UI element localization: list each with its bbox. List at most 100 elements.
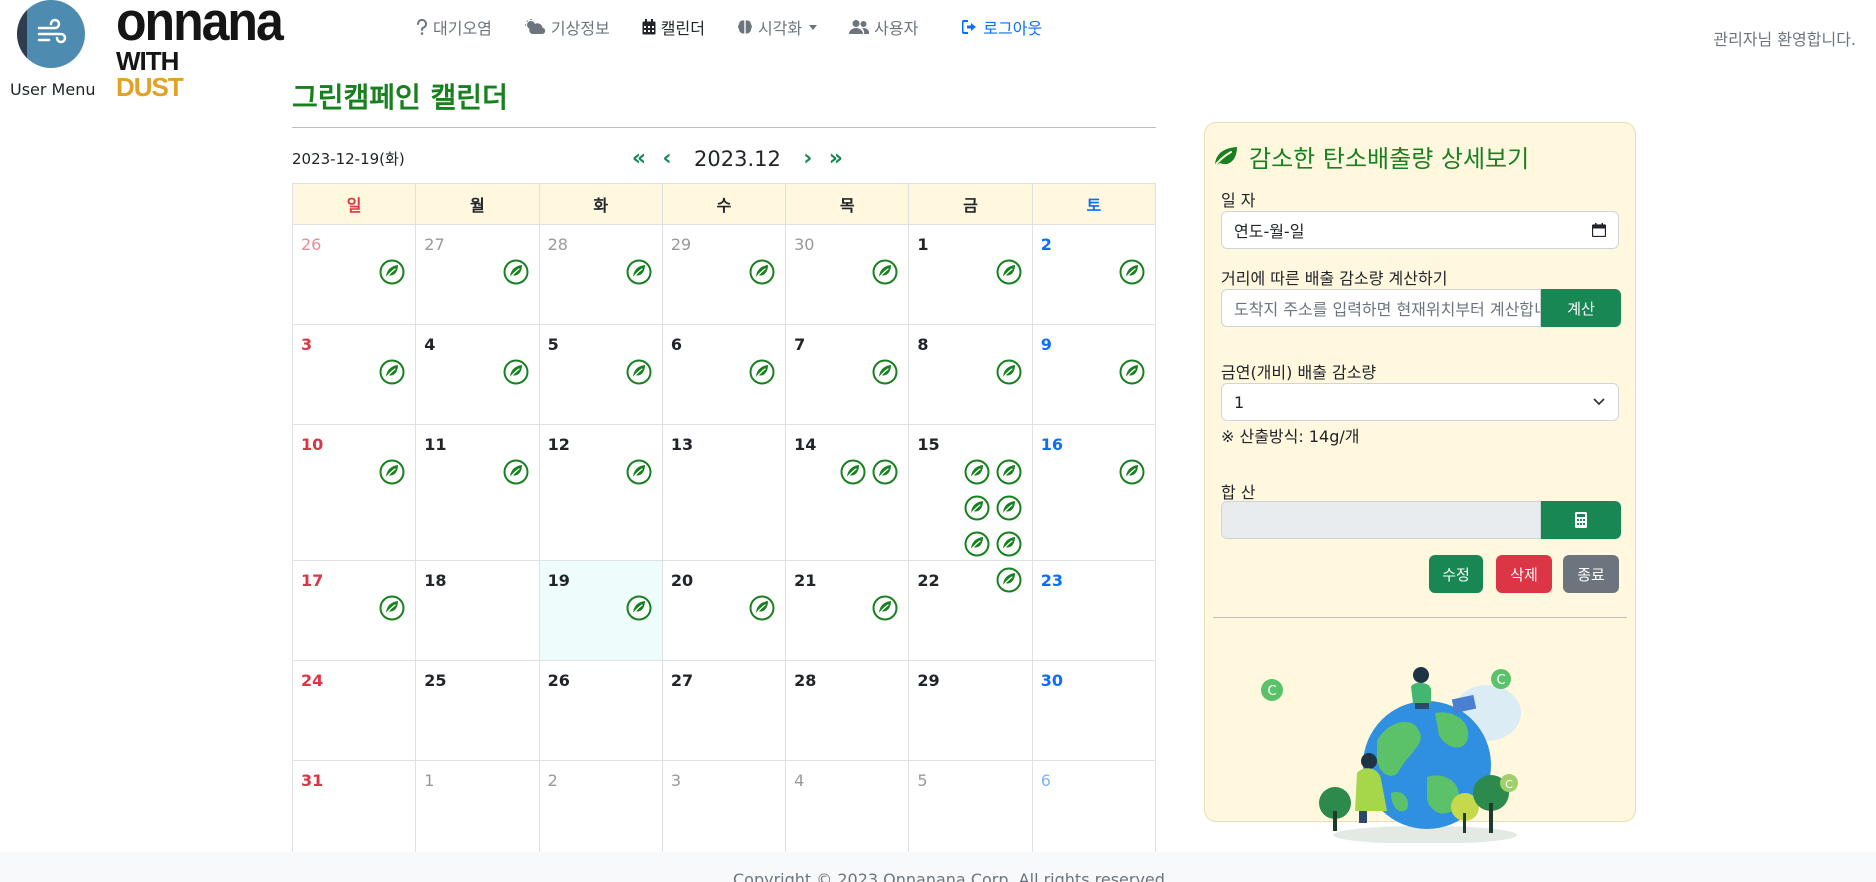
calendar-day-cell[interactable]: 11 (415, 424, 540, 561)
calendar-day-cell[interactable]: 26 (291, 224, 417, 325)
campaign-entry-icon[interactable] (379, 459, 405, 489)
close-button[interactable]: 종료 (1563, 555, 1619, 593)
calendar-day-cell[interactable]: 1 (415, 760, 540, 861)
calendar-day-cell[interactable]: 20 (661, 560, 787, 661)
calendar-day-cell[interactable]: 16 (1031, 424, 1157, 561)
calendar-day-cell[interactable]: 25 (415, 660, 540, 761)
campaign-entry-icon[interactable] (379, 259, 405, 289)
campaign-entry-icon[interactable] (872, 359, 898, 389)
campaign-entry-icon[interactable] (503, 359, 529, 389)
calendar-day-cell[interactable]: 12 (538, 424, 663, 561)
campaign-entry-icon[interactable] (749, 595, 775, 625)
calendar-day-cell[interactable]: 1 (908, 224, 1033, 325)
calendar-day-cell[interactable]: 2 (538, 760, 663, 861)
calendar-day-cell[interactable]: 6 (1031, 760, 1157, 861)
calendar-day-cell[interactable]: 6 (661, 324, 787, 425)
calendar-day-cell[interactable]: 4 (785, 760, 910, 861)
campaign-entry-icon[interactable] (1119, 359, 1145, 389)
calendar-day-cell[interactable]: 19 (538, 560, 663, 661)
calendar-day-cell[interactable]: 23 (1031, 560, 1157, 661)
sum-calculator-button[interactable] (1541, 501, 1621, 539)
campaign-entry-icon[interactable] (503, 259, 529, 289)
date-input[interactable]: 연도-월-일 (1221, 211, 1619, 249)
campaign-entry-icon[interactable] (872, 259, 898, 289)
calendar-day-cell[interactable]: 3 (291, 324, 417, 425)
campaign-entry-icon[interactable] (379, 359, 405, 389)
calendar-day-cell[interactable]: 30 (785, 224, 910, 325)
delete-button[interactable]: 삭제 (1496, 555, 1552, 593)
destination-address-input[interactable]: 도착지 주소를 입력하면 현재위치부터 계산합니다 (1221, 289, 1541, 327)
next-year-button[interactable]: » (827, 146, 845, 172)
calendar-day-cell[interactable]: 28 (785, 660, 910, 761)
campaign-entry-icon[interactable] (379, 595, 405, 625)
next-month-button[interactable]: › (799, 146, 817, 172)
campaign-entry-icon[interactable] (996, 531, 1022, 561)
calendar-day-cell[interactable]: 3 (661, 760, 787, 861)
user-menu-avatar[interactable] (17, 0, 85, 68)
brand-logo-bottom: WITH DUST (116, 48, 250, 100)
campaign-entry-icon[interactable] (996, 259, 1022, 289)
nav-item-visualization[interactable]: 시각화 (721, 14, 833, 40)
campaign-entry-icon[interactable] (964, 495, 990, 525)
calendar-day-cell[interactable]: 2 (1031, 224, 1157, 325)
user-menu[interactable]: User Menu (10, 0, 95, 99)
calendar-day-cell[interactable]: 18 (415, 560, 540, 661)
campaign-entry-icon[interactable] (964, 531, 990, 561)
campaign-entry-icon[interactable] (996, 359, 1022, 389)
svg-text:C: C (1267, 684, 1276, 699)
calendar-day-cell[interactable]: 28 (538, 224, 663, 325)
nav-item-users[interactable]: 사용자 (833, 14, 934, 40)
sum-label: 합 산 (1221, 483, 1256, 502)
nav-item-air-pollution[interactable]: 대기오염 (400, 14, 508, 40)
calendar-week-row: 10 11 12 13 14 15 16 (291, 424, 1157, 593)
campaign-entry-icon[interactable] (964, 459, 990, 489)
campaign-entry-icon[interactable] (872, 459, 898, 489)
calendar-day-cell[interactable]: 27 (661, 660, 787, 761)
campaign-entry-icon[interactable] (626, 595, 652, 625)
campaign-entry-icon[interactable] (749, 259, 775, 289)
calendar-picker-icon[interactable] (1592, 223, 1606, 237)
calendar-day-cell[interactable]: 29 (908, 660, 1033, 761)
calendar-day-cell[interactable]: 7 (785, 324, 910, 425)
smoking-count-select[interactable]: 1 (1221, 383, 1619, 421)
logout-link[interactable]: 로그아웃 (946, 14, 1058, 40)
calendar-day-cell[interactable]: 5 (908, 760, 1033, 861)
campaign-entry-icon[interactable] (1119, 259, 1145, 289)
calendar-day-cell[interactable]: 5 (538, 324, 663, 425)
calendar-day-cell[interactable]: 31 (291, 760, 417, 861)
calendar-day-cell[interactable]: 24 (291, 660, 417, 761)
calendar-day-cell[interactable]: 21 (785, 560, 910, 661)
campaign-entry-icon[interactable] (626, 459, 652, 489)
campaign-entry-icon[interactable] (996, 459, 1022, 489)
user-menu-label[interactable]: User Menu (10, 80, 95, 99)
campaign-entry-icon[interactable] (1119, 459, 1145, 489)
prev-year-button[interactable]: « (630, 146, 648, 172)
brand-logo[interactable]: onnana WITH DUST (116, 0, 284, 100)
nav-item-weather[interactable]: 기상정보 (508, 14, 626, 40)
calendar-day-cell[interactable]: 29 (661, 224, 787, 325)
calendar-day-cell[interactable]: 13 (661, 424, 787, 561)
calendar-day-cell[interactable]: 14 (785, 424, 910, 561)
calculate-button[interactable]: 계산 (1541, 289, 1621, 327)
calendar-day-cell[interactable]: 15 (908, 424, 1033, 593)
nav-item-calendar[interactable]: 캘린더 (626, 14, 721, 40)
calendar-day-cell[interactable]: 27 (415, 224, 540, 325)
campaign-entry-icon[interactable] (626, 359, 652, 389)
calendar-day-cell[interactable]: 8 (908, 324, 1033, 425)
calendar-day-cell[interactable]: 30 (1031, 660, 1157, 761)
calendar-day-cell[interactable]: 10 (291, 424, 417, 561)
calendar-day-cell[interactable]: 17 (291, 560, 417, 661)
campaign-entry-icon[interactable] (996, 495, 1022, 525)
calendar-day-cell[interactable]: 4 (415, 324, 540, 425)
calendar-day-number: 18 (424, 571, 447, 590)
campaign-entry-icon[interactable] (872, 595, 898, 625)
calendar-day-cell[interactable]: 22 (908, 560, 1033, 661)
campaign-entry-icon[interactable] (749, 359, 775, 389)
calendar-day-cell[interactable]: 9 (1031, 324, 1157, 425)
campaign-entry-icon[interactable] (840, 459, 866, 489)
campaign-entry-icon[interactable] (503, 459, 529, 489)
calendar-day-cell[interactable]: 26 (538, 660, 663, 761)
campaign-entry-icon[interactable] (626, 259, 652, 289)
edit-button[interactable]: 수정 (1429, 555, 1483, 593)
prev-month-button[interactable]: ‹ (658, 146, 676, 172)
